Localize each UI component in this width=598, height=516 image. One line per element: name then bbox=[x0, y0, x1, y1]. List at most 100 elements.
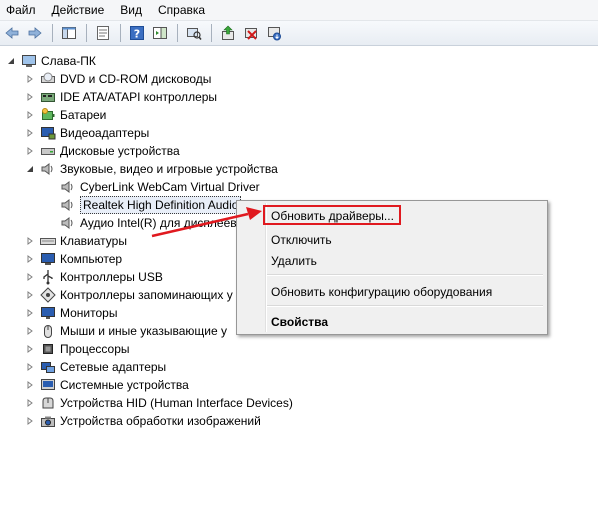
expand-arrow-icon[interactable] bbox=[25, 398, 35, 408]
forward-icon[interactable] bbox=[25, 23, 45, 43]
system-devices-icon bbox=[40, 377, 56, 393]
tree-item-label: Realtek High Definition Audio bbox=[80, 196, 242, 214]
toolbar-separator bbox=[120, 24, 121, 42]
monitor-icon bbox=[40, 305, 56, 321]
help-icon[interactable]: ? bbox=[127, 23, 147, 43]
tree-item[interactable]: DVD и CD-ROM дисководы bbox=[25, 70, 211, 88]
tree-item-label: CyberLink WebCam Virtual Driver bbox=[80, 180, 260, 194]
tree-item[interactable]: Сетевые адаптеры bbox=[25, 358, 166, 376]
toolbar-separator bbox=[52, 24, 53, 42]
tree-item-label: Клавиатуры bbox=[60, 234, 127, 248]
tree-item-label: Аудио Intel(R) для дисплеев bbox=[80, 216, 237, 230]
expand-arrow-icon[interactable] bbox=[25, 236, 35, 246]
mouse-icon bbox=[40, 323, 56, 339]
tree-item[interactable]: Видеоадаптеры bbox=[25, 124, 149, 142]
tree-item-label: Сетевые адаптеры bbox=[60, 360, 167, 374]
expand-arrow-icon[interactable] bbox=[25, 362, 35, 372]
expand-arrow-icon[interactable] bbox=[25, 254, 35, 264]
imaging-device-icon bbox=[40, 413, 56, 429]
expand-arrow-icon[interactable] bbox=[25, 416, 35, 426]
tree-item[interactable]: Батареи bbox=[25, 106, 106, 124]
tree-item-expanded[interactable]: Звуковые, видео и игровые устройства bbox=[25, 160, 278, 178]
tree-item-label: IDE ATA/ATAPI контроллеры bbox=[60, 90, 218, 104]
collapse-arrow-icon[interactable] bbox=[6, 56, 16, 66]
update-driver-icon[interactable] bbox=[218, 23, 238, 43]
toolbar-separator bbox=[177, 24, 178, 42]
tree-item[interactable]: Клавиатуры bbox=[25, 232, 127, 250]
uninstall-menu-item[interactable]: Удалить bbox=[271, 253, 317, 269]
menu-view[interactable]: Вид bbox=[112, 0, 150, 20]
context-menu-separator bbox=[267, 274, 543, 276]
tree-item[interactable]: Устройства HID (Human Interface Devices) bbox=[25, 394, 293, 412]
expand-arrow-icon[interactable] bbox=[25, 326, 35, 336]
expand-arrow-icon[interactable] bbox=[25, 308, 35, 318]
svg-text:?: ? bbox=[134, 28, 140, 41]
tree-item-label: Контроллеры USB bbox=[60, 270, 163, 284]
collapse-arrow-icon[interactable] bbox=[25, 164, 35, 174]
storage-controller-icon bbox=[40, 287, 56, 303]
tree-item[interactable]: Мыши и иные указывающие у bbox=[25, 322, 227, 340]
tree-child-item[interactable]: Аудио Intel(R) для дисплеев bbox=[60, 214, 237, 232]
disable-device-icon[interactable] bbox=[241, 23, 261, 43]
tree-item[interactable]: Контроллеры запоминающих у bbox=[25, 286, 233, 304]
tree-item[interactable]: Контроллеры USB bbox=[25, 268, 163, 286]
speaker-icon bbox=[60, 215, 76, 231]
properties-icon[interactable] bbox=[93, 23, 113, 43]
tree-item[interactable]: Устройства обработки изображений bbox=[25, 412, 261, 430]
action-pane-icon[interactable] bbox=[150, 23, 170, 43]
display-adapter-icon bbox=[40, 125, 56, 141]
tree-item-label: Устройства обработки изображений bbox=[60, 414, 261, 428]
tree-item-label: Дисковые устройства bbox=[60, 144, 180, 158]
tree-item-label: Мыши и иные указывающие у bbox=[60, 324, 227, 338]
tree-item[interactable]: Процессоры bbox=[25, 340, 130, 358]
scan-hardware-icon[interactable] bbox=[184, 23, 204, 43]
back-icon[interactable] bbox=[2, 23, 22, 43]
expand-arrow-icon[interactable] bbox=[25, 110, 35, 120]
keyboard-icon bbox=[40, 233, 56, 249]
tree-item[interactable]: IDE ATA/ATAPI контроллеры bbox=[25, 88, 217, 106]
expand-arrow-icon[interactable] bbox=[25, 92, 35, 102]
tree-item[interactable]: Компьютер bbox=[25, 250, 122, 268]
sound-icon bbox=[40, 161, 56, 177]
tree-item-label: Мониторы bbox=[60, 306, 118, 320]
expand-arrow-icon[interactable] bbox=[25, 128, 35, 138]
ide-controller-icon bbox=[40, 89, 56, 105]
uninstall-device-icon[interactable] bbox=[264, 23, 284, 43]
expand-arrow-icon[interactable] bbox=[25, 344, 35, 354]
tree-child-item[interactable]: CyberLink WebCam Virtual Driver bbox=[60, 178, 260, 196]
disable-menu-item[interactable]: Отключить bbox=[271, 232, 332, 248]
tree-item[interactable]: Мониторы bbox=[25, 304, 117, 322]
battery-icon bbox=[40, 107, 56, 123]
menu-action[interactable]: Действие bbox=[44, 0, 113, 20]
speaker-icon bbox=[60, 197, 76, 213]
tree-item-label: Процессоры bbox=[60, 342, 130, 356]
context-menu: Обновить драйверы... Отключить Удалить О… bbox=[236, 200, 548, 335]
tree-item-label: Видеоадаптеры bbox=[60, 126, 150, 140]
tree-child-item-selected[interactable]: Realtek High Definition Audio bbox=[60, 196, 242, 214]
expand-arrow-icon[interactable] bbox=[25, 146, 35, 156]
tree-item-label: Контроллеры запоминающих у bbox=[60, 288, 233, 302]
tree-item-label: Системные устройства bbox=[60, 378, 189, 392]
tree-item[interactable]: Системные устройства bbox=[25, 376, 189, 394]
expand-arrow-icon[interactable] bbox=[25, 272, 35, 282]
processor-icon bbox=[40, 341, 56, 357]
menu-help[interactable]: Справка bbox=[150, 0, 213, 20]
tree-item[interactable]: Дисковые устройства bbox=[25, 142, 180, 160]
dvd-drive-icon bbox=[40, 71, 56, 87]
menu-file[interactable]: Файл bbox=[0, 0, 44, 20]
update-drivers-menu-item[interactable]: Обновить драйверы... bbox=[271, 208, 394, 224]
tree-item-label: Батареи bbox=[60, 108, 107, 122]
tree-item-label: DVD и CD-ROM дисководы bbox=[60, 72, 212, 86]
tree-item-label: Устройства HID (Human Interface Devices) bbox=[60, 396, 293, 410]
properties-menu-item[interactable]: Свойства bbox=[271, 314, 328, 330]
expand-arrow-icon[interactable] bbox=[25, 290, 35, 300]
computer-icon bbox=[40, 251, 56, 267]
tree-item-label: Компьютер bbox=[60, 252, 123, 266]
computer-root-icon bbox=[21, 53, 37, 69]
expand-arrow-icon[interactable] bbox=[25, 380, 35, 390]
speaker-icon bbox=[60, 179, 76, 195]
tree-root[interactable]: Слава-ПК bbox=[6, 52, 96, 70]
show-hide-tree-icon[interactable] bbox=[59, 23, 79, 43]
expand-arrow-icon[interactable] bbox=[25, 74, 35, 84]
scan-hardware-menu-item[interactable]: Обновить конфигурацию оборудования bbox=[271, 284, 492, 300]
